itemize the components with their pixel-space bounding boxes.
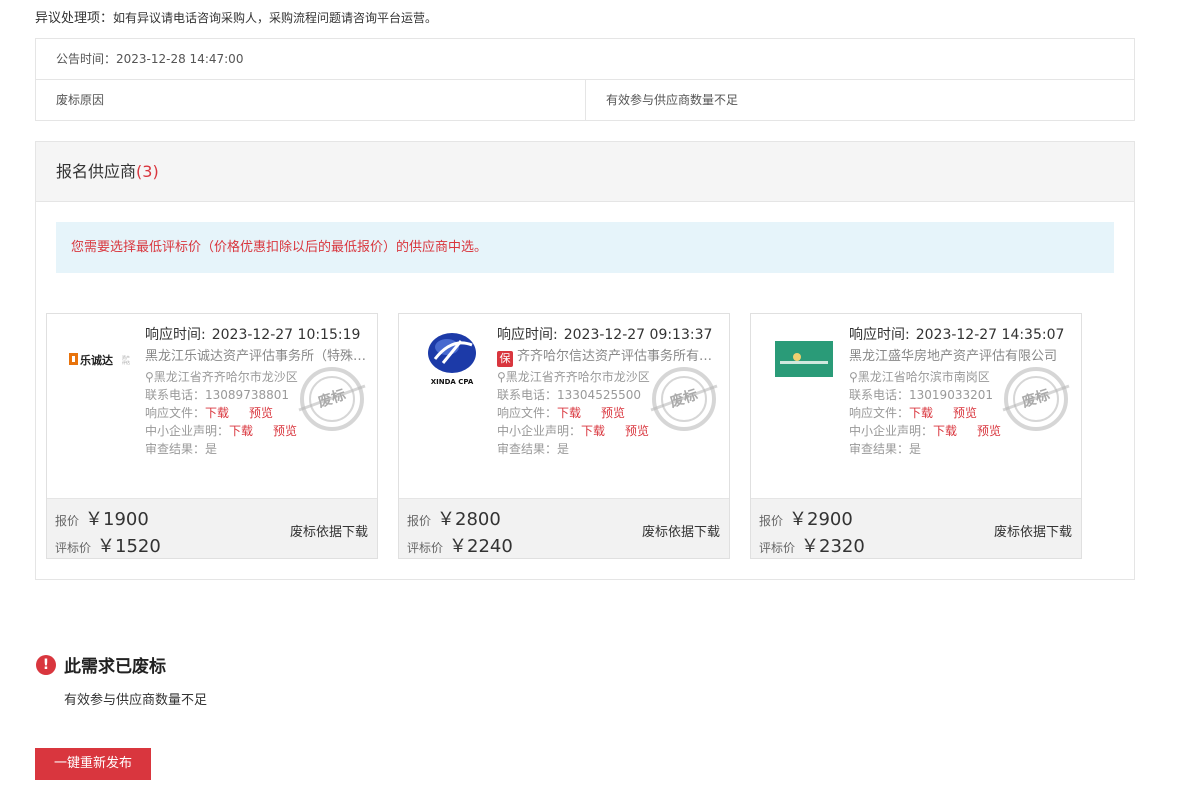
sme-preview-link[interactable]: 预览 bbox=[273, 424, 297, 438]
svg-text:废标: 废标 bbox=[668, 386, 700, 411]
eval-price: 评标价 ￥2320 bbox=[759, 536, 865, 557]
supplier-panel-header: 报名供应商(3) bbox=[36, 142, 1134, 202]
reason-value: 有效参与供应商数量不足 bbox=[606, 93, 739, 107]
review-result: 审查结果：是 bbox=[849, 442, 922, 456]
objection-label: 异议处理项： bbox=[35, 11, 114, 26]
logo-text: XINDA CPA bbox=[431, 378, 474, 386]
announcement-time: 公告时间：2023-12-28 14:47:00 bbox=[36, 39, 1134, 80]
void-stamp-icon: 废标 bbox=[1001, 364, 1071, 434]
sme-download-link[interactable]: 下载 bbox=[229, 424, 253, 438]
supplier-panel: 报名供应商(3) 您需要选择最低评标价（价格优惠扣除以后的最低报价）的供应商中选… bbox=[35, 141, 1135, 580]
card-price-footer: 报价 ￥2900 评标价 ￥2320 废标依据下载 bbox=[751, 498, 1081, 558]
location-icon: ⚲ bbox=[497, 370, 506, 384]
eval-price: 评标价 ￥2240 bbox=[407, 536, 513, 557]
void-status-title: 此需求已废标 bbox=[64, 657, 166, 677]
response-time: 响应时间: 2023-12-27 09:13:37 bbox=[497, 327, 713, 343]
card-price-footer: 报价 ￥2800 评标价 ￥2240 废标依据下载 bbox=[399, 498, 729, 558]
objection-note: 异议处理项：如有异议请电话咨询采购人，采购流程问题请咨询平台运营。 bbox=[35, 7, 437, 26]
quote-price: 报价 ￥1900 bbox=[55, 509, 149, 530]
reason-row: 废标原因 有效参与供应商数量不足 bbox=[36, 80, 1134, 120]
review-result: 审查结果：是 bbox=[145, 442, 218, 456]
svg-text:评估: 评估 bbox=[122, 359, 130, 365]
response-file-download-link[interactable]: 下载 bbox=[909, 406, 933, 420]
warning-icon: ! bbox=[36, 654, 56, 675]
response-file-preview-link[interactable]: 预览 bbox=[601, 406, 625, 420]
void-basis-download-link[interactable]: 废标依据下载 bbox=[994, 521, 1072, 540]
supplier-card: 响应时间: 2023-12-27 14:35:07 黑龙江盛华房地产资产评估有限公… bbox=[750, 313, 1082, 559]
supplier-panel-title: 报名供应商 bbox=[56, 162, 137, 181]
objection-text: 如有异议请电话咨询采购人，采购流程问题请咨询平台运营。 bbox=[113, 11, 438, 25]
svg-text:废标: 废标 bbox=[316, 386, 348, 411]
void-status: ! 此需求已废标 bbox=[36, 652, 166, 677]
republish-button[interactable]: 一键重新发布 bbox=[35, 748, 151, 780]
quote-price: 报价 ￥2900 bbox=[759, 509, 853, 530]
supplier-logo: 乐诚达 资产 评估 bbox=[65, 334, 135, 384]
review-result: 审查结果：是 bbox=[497, 442, 570, 456]
card-price-footer: 报价 ￥1900 评标价 ￥1520 废标依据下载 bbox=[47, 498, 377, 558]
eval-price: 评标价 ￥1520 bbox=[55, 536, 161, 557]
response-file-preview-link[interactable]: 预览 bbox=[953, 406, 977, 420]
selection-notice: 您需要选择最低评标价（价格优惠扣除以后的最低报价）的供应商中选。 bbox=[56, 222, 1114, 273]
sme-preview-link[interactable]: 预览 bbox=[625, 424, 649, 438]
response-time: 响应时间: 2023-12-27 14:35:07 bbox=[849, 327, 1065, 343]
sme-download-link[interactable]: 下载 bbox=[933, 424, 957, 438]
reason-label: 废标原因 bbox=[36, 80, 586, 120]
supplier-logo bbox=[769, 334, 839, 384]
sme-preview-link[interactable]: 预览 bbox=[977, 424, 1001, 438]
void-stamp-icon: 废标 bbox=[649, 364, 719, 434]
void-status-reason: 有效参与供应商数量不足 bbox=[64, 693, 208, 708]
announcement-table: 公告时间：2023-12-28 14:47:00 废标原因 有效参与供应商数量不… bbox=[35, 38, 1135, 121]
sme-download-link[interactable]: 下载 bbox=[581, 424, 605, 438]
response-file-preview-link[interactable]: 预览 bbox=[249, 406, 273, 420]
void-stamp-icon: 废标 bbox=[297, 364, 367, 434]
guarantee-badge: 保 bbox=[497, 351, 513, 367]
supplier-card: 乐诚达 资产 评估 响应时间: 2023-12-27 10:15:19 黑龙江乐诚… bbox=[46, 313, 378, 559]
supplier-card: XINDA CPA 响应时间: 2023-12-27 09:13:37 保齐齐哈尔… bbox=[398, 313, 730, 559]
location-icon: ⚲ bbox=[145, 370, 154, 384]
svg-text:废标: 废标 bbox=[1020, 386, 1052, 411]
response-time: 响应时间: 2023-12-27 10:15:19 bbox=[145, 327, 361, 343]
supplier-logo: XINDA CPA bbox=[417, 333, 487, 386]
void-basis-download-link[interactable]: 废标依据下载 bbox=[290, 521, 368, 540]
supplier-count: (3) bbox=[136, 162, 159, 181]
quote-price: 报价 ￥2800 bbox=[407, 509, 501, 530]
response-file-download-link[interactable]: 下载 bbox=[557, 406, 581, 420]
location-icon: ⚲ bbox=[849, 370, 858, 384]
void-basis-download-link[interactable]: 废标依据下载 bbox=[642, 521, 720, 540]
response-file-download-link[interactable]: 下载 bbox=[205, 406, 229, 420]
logo-text: 乐诚达 bbox=[80, 353, 113, 367]
